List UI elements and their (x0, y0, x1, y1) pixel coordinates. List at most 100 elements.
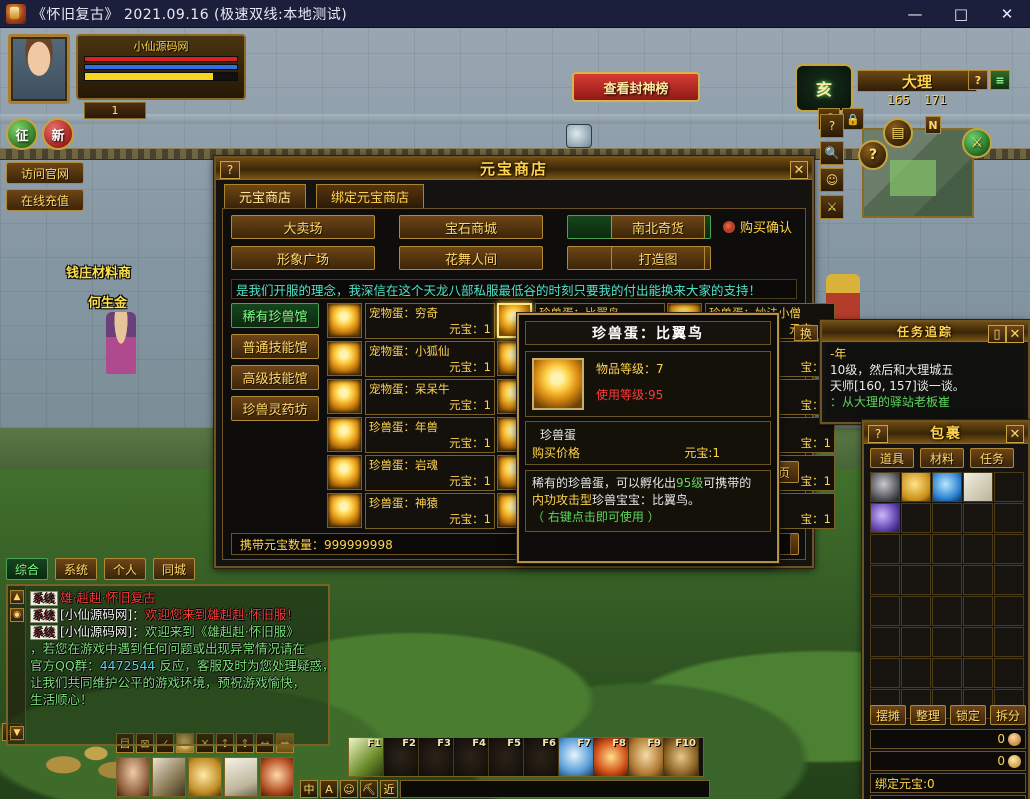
badge-zheng-icon[interactable]: 征 (6, 118, 38, 150)
online-recharge-button[interactable]: 在线充值 (6, 189, 84, 211)
bag-close-icon[interactable]: ✕ (1006, 425, 1024, 443)
chat-scrollbar[interactable]: ▲ ◉ ▼ (8, 586, 26, 744)
bag-slot[interactable] (901, 503, 931, 533)
npc-sprite[interactable] (106, 312, 136, 374)
skill-slot-scroll[interactable] (224, 757, 258, 797)
bag-slot[interactable] (994, 472, 1024, 502)
task-lock-icon[interactable]: ▯ (988, 325, 1006, 343)
category-dazaotu[interactable]: 打造图 (611, 246, 705, 270)
leftcat-putongjinengguan[interactable]: 普通技能馆 (231, 334, 319, 359)
bag-slot[interactable] (963, 503, 993, 533)
shop-item[interactable]: 珍兽蛋：神猿 元宝：1 (327, 493, 495, 531)
ime-mode-icon[interactable]: 中 (300, 780, 318, 798)
bag-tab-cailiao[interactable]: 材料 (920, 448, 964, 468)
bag-slot[interactable] (901, 627, 931, 657)
leftcat-xiyouzhenshouguan[interactable]: 稀有珍兽馆 (231, 303, 319, 328)
minimize-button[interactable]: — (892, 0, 938, 28)
bag-slot[interactable] (932, 627, 962, 657)
shop-item[interactable]: 宠物蛋：呆呆牛 元宝：1 (327, 379, 495, 417)
channel-near-icon[interactable]: 近 (380, 780, 398, 798)
bag-stall-button[interactable]: 摆摊 (870, 705, 906, 725)
bag-slot[interactable] (932, 472, 962, 502)
bag-slot[interactable] (901, 596, 931, 626)
shop-close-icon[interactable]: ✕ (790, 161, 808, 179)
emote-icon[interactable]: ☺ (820, 168, 844, 192)
hotkey-slot[interactable]: F1 (349, 738, 384, 776)
category-huawurenjian[interactable]: 花舞人间 (399, 246, 543, 270)
category-xingxiangguangchang[interactable]: 形象广场 (231, 246, 375, 270)
item-icon[interactable] (327, 493, 362, 528)
bag-slot[interactable] (994, 596, 1024, 626)
help-icon[interactable]: ? (820, 114, 844, 138)
hotkey-slot[interactable]: F8 (594, 738, 629, 776)
visit-website-button[interactable]: 访问官网 (6, 162, 84, 184)
combat-icon[interactable]: ⚔ (820, 195, 844, 219)
chat-panel[interactable]: ▲ ◉ ▼ 系统 雄·赳赳·怀旧复古 系统 [小仙源码网]：欢迎您来到雄赳赳·怀旧服… (6, 584, 334, 746)
chat-scroll-up-icon[interactable]: ▲ (10, 590, 24, 604)
close-button[interactable]: ✕ (984, 0, 1030, 28)
hotkey-slot[interactable]: F6 (524, 738, 559, 776)
leftcat-zhenshoulingyaofang[interactable]: 珍兽灵药坊 (231, 396, 319, 421)
bag-slot[interactable] (994, 534, 1024, 564)
bag-slot[interactable] (932, 565, 962, 595)
chat-tab-geren[interactable]: 个人 (104, 558, 146, 580)
badge-xin-icon[interactable]: 新 (42, 118, 74, 150)
skill-slot-drum[interactable] (260, 757, 294, 797)
skill-slot-blade[interactable] (152, 757, 186, 797)
sword-icon[interactable]: ⚔ (962, 128, 992, 158)
shop-item[interactable]: 珍兽蛋：岩魂 元宝：1 (327, 455, 495, 493)
bag-slot[interactable] (994, 658, 1024, 688)
bag-slot[interactable] (870, 565, 900, 595)
radio-icon[interactable] (723, 220, 735, 233)
bag-slot[interactable] (963, 596, 993, 626)
bag-slot[interactable] (963, 472, 993, 502)
bag-slot[interactable] (901, 472, 931, 502)
emote-picker-icon[interactable]: ☺ (340, 780, 358, 798)
bag-window[interactable]: 包裹 ? ✕ 道具 材料 任务 摆摊 整理 锁定 拆分 0 0 绑定元宝:0 (862, 420, 1030, 799)
leftcat-gaojijinengguan[interactable]: 高级技能馆 (231, 365, 319, 390)
bag-slot[interactable] (994, 627, 1024, 657)
map-menu-button[interactable]: ≡ (990, 70, 1010, 90)
item-icon[interactable] (327, 303, 362, 338)
bag-slot[interactable] (932, 596, 962, 626)
tab-yuanbao-shop[interactable]: 元宝商店 (224, 184, 307, 208)
hotkey-slot[interactable]: F10 (664, 738, 699, 776)
quest-icon[interactable]: ? (858, 140, 888, 170)
hotkey-slot[interactable]: F3 (419, 738, 454, 776)
font-icon[interactable]: A (320, 780, 338, 798)
buy-confirm-toggle[interactable]: 购买确认 (723, 217, 792, 236)
player-avatar[interactable] (8, 34, 70, 104)
skill-slot-bell[interactable] (188, 757, 222, 797)
bag-slot[interactable] (994, 503, 1024, 533)
bag-slot[interactable] (870, 627, 900, 657)
bag-slot[interactable] (932, 503, 962, 533)
game-viewport[interactable]: 钱庄材料商 何生金 查看封神榜 小仙源码网 1 征 新 访问官网 在线充值 亥 … (0, 28, 1030, 799)
tab-bound-yuanbao-shop[interactable]: 绑定元宝商店 (316, 184, 425, 208)
task-close-icon[interactable]: ✕ (1006, 325, 1024, 343)
search-icon[interactable]: 🔍 (820, 141, 844, 165)
bag-slot[interactable] (870, 596, 900, 626)
bag-slot[interactable] (870, 658, 900, 688)
bag-tab-renwu[interactable]: 任务 (970, 448, 1014, 468)
hotkey-slot[interactable]: F7 (559, 738, 594, 776)
bag-slot[interactable] (994, 565, 1024, 595)
chat-tab-zonghe[interactable]: 综合 (6, 558, 48, 580)
bag-lock-button[interactable]: 锁定 (950, 705, 986, 725)
hotkey-slot[interactable]: F2 (384, 738, 419, 776)
hotkey-slot[interactable]: F4 (454, 738, 489, 776)
shop-item[interactable]: 宠物蛋：小狐仙 元宝：1 (327, 341, 495, 379)
bag-slot[interactable] (870, 503, 900, 533)
fengshen-banner[interactable]: 查看封神榜 (572, 72, 700, 102)
skill-slot-portrait[interactable] (116, 757, 150, 797)
hotkey-slot[interactable]: F9 (629, 738, 664, 776)
bag-slot[interactable] (932, 534, 962, 564)
bag-slot[interactable] (963, 627, 993, 657)
map-help-button[interactable]: ? (968, 70, 988, 90)
chat-input[interactable] (400, 780, 710, 798)
shop-item[interactable]: 珍兽蛋：年兽 元宝：1 (327, 417, 495, 455)
bag-slot[interactable] (963, 658, 993, 688)
chat-tab-tongcheng[interactable]: 同城 (153, 558, 195, 580)
category-damaichang[interactable]: 大卖场 (231, 215, 375, 239)
teapot-object[interactable] (566, 124, 592, 148)
task-tracker-window[interactable]: 任务追踪 ▯ ✕ 换 -年 10级，然后和大理城五 天师[160, 157]谈一… (794, 320, 1030, 424)
